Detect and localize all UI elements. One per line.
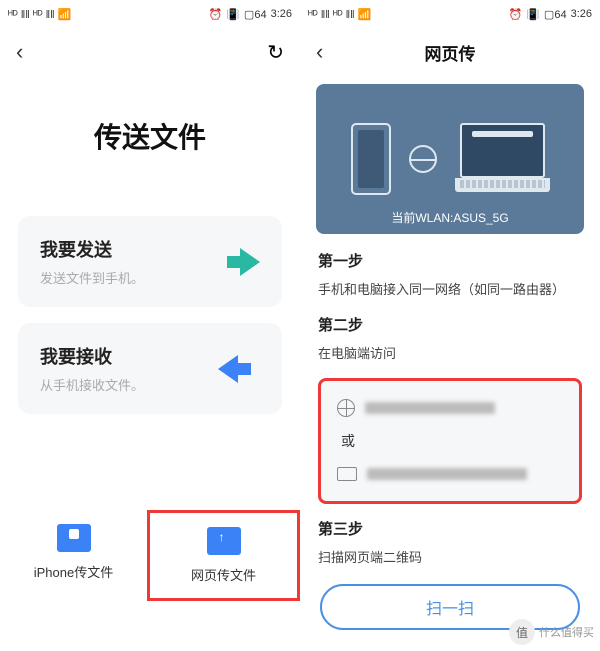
- url-box[interactable]: 或: [318, 378, 582, 504]
- arrow-left-icon: [218, 354, 260, 384]
- iphone-label: iPhone传文件: [34, 562, 113, 581]
- laptop-upload-icon: [207, 527, 241, 555]
- watermark: 值 什么值得买: [509, 619, 594, 645]
- hero-illustration: 当前WLAN:ASUS_5G: [316, 84, 584, 234]
- screen-transfer-files: ᴴᴰ ‖‖ ᴴᴰ ‖‖ 📶 ⏰ 📳 ▢64 3:26 ‹ ↻ 传送文件 我要发送…: [0, 0, 300, 651]
- url-option-2[interactable]: [337, 461, 563, 487]
- url-blurred: [367, 468, 527, 480]
- signal-icon: ᴴᴰ ‖‖ ᴴᴰ ‖‖ 📶: [308, 8, 371, 21]
- url-option-1[interactable]: [337, 395, 563, 421]
- clock: 3:26: [571, 8, 592, 20]
- receive-sub: 从手机接收文件。: [40, 375, 144, 394]
- alarm-icon: ⏰: [509, 8, 523, 21]
- battery-icon: ▢64: [544, 8, 567, 21]
- iphone-icon: [57, 524, 91, 552]
- globe-icon: [409, 145, 437, 173]
- scan-label: 扫一扫: [426, 595, 474, 619]
- send-title: 我要发送: [40, 236, 144, 262]
- receive-title: 我要接收: [40, 343, 144, 369]
- web-label: 网页传文件: [191, 565, 256, 584]
- bottom-row: iPhone传文件 网页传文件: [0, 510, 300, 601]
- signal-icon: ᴴᴰ ‖‖ ᴴᴰ ‖‖ 📶: [8, 8, 71, 21]
- topbar-left: ‹ ↻: [0, 28, 300, 76]
- clock: 3:26: [271, 8, 292, 20]
- back-button[interactable]: ‹: [316, 39, 323, 65]
- vibrate-icon: 📳: [226, 8, 240, 21]
- receive-card[interactable]: 我要接收 从手机接收文件。: [18, 323, 282, 414]
- laptop-icon: [455, 123, 550, 195]
- globe-line-icon: [337, 399, 355, 417]
- status-bar-right: ᴴᴰ ‖‖ ᴴᴰ ‖‖ 📶 ⏰ 📳 ▢64 3:26: [300, 0, 600, 28]
- web-transfer-button[interactable]: 网页传文件: [147, 510, 300, 601]
- keyboard-icon: [337, 467, 357, 481]
- url-or: 或: [341, 431, 563, 451]
- send-card[interactable]: 我要发送 发送文件到手机。: [18, 216, 282, 307]
- topbar-right: ‹ 网页传: [300, 28, 600, 76]
- step2-title: 第二步: [318, 314, 582, 335]
- url-blurred: [365, 402, 495, 414]
- battery-icon: ▢64: [244, 8, 267, 21]
- vibrate-icon: 📳: [526, 8, 540, 21]
- step3-title: 第三步: [318, 518, 582, 539]
- step1-text: 手机和电脑接入同一网络（如同一路由器）: [318, 279, 582, 298]
- iphone-transfer-button[interactable]: iPhone传文件: [0, 510, 147, 601]
- history-icon[interactable]: ↻: [267, 40, 284, 65]
- alarm-icon: ⏰: [209, 8, 223, 21]
- status-bar: ᴴᴰ ‖‖ ᴴᴰ ‖‖ 📶 ⏰ 📳 ▢64 3:26: [0, 0, 300, 28]
- screen-web-transfer: ᴴᴰ ‖‖ ᴴᴰ ‖‖ 📶 ⏰ 📳 ▢64 3:26 ‹ 网页传 当前WLAN:…: [300, 0, 600, 651]
- send-sub: 发送文件到手机。: [40, 268, 144, 287]
- step3-text: 扫描网页端二维码: [318, 547, 582, 566]
- step1-title: 第一步: [318, 250, 582, 271]
- back-button[interactable]: ‹: [16, 39, 23, 65]
- steps: 第一步 手机和电脑接入同一网络（如同一路由器） 第二步 在电脑端访问 或 第三步…: [300, 234, 600, 566]
- arrow-right-icon: [218, 247, 260, 277]
- page-title: 传送文件: [0, 116, 300, 156]
- wlan-caption: 当前WLAN:ASUS_5G: [316, 209, 584, 226]
- phone-icon: [351, 123, 391, 195]
- watermark-badge: 值: [509, 619, 535, 645]
- watermark-text: 什么值得买: [539, 624, 594, 640]
- step2-text: 在电脑端访问: [318, 343, 582, 362]
- page-title: 网页传: [425, 40, 476, 65]
